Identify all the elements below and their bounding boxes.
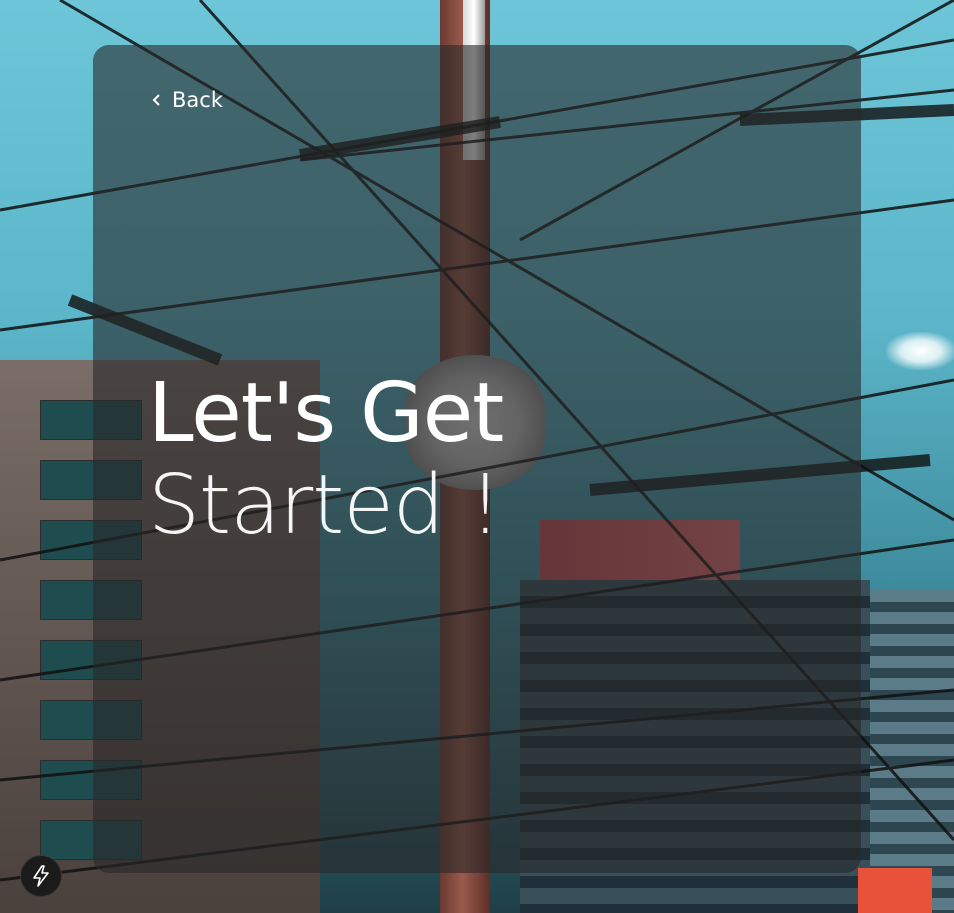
back-label: Back — [172, 88, 223, 112]
lightning-bolt-icon — [33, 865, 49, 887]
hero-line-1: Let's Get — [148, 366, 504, 461]
hero-heading: Let's Get Started ! — [148, 366, 504, 553]
lightning-button[interactable] — [20, 855, 62, 897]
hero-line-2: Started ! — [148, 458, 502, 553]
back-button[interactable]: Back — [150, 86, 223, 114]
chevron-left-icon — [152, 94, 160, 106]
